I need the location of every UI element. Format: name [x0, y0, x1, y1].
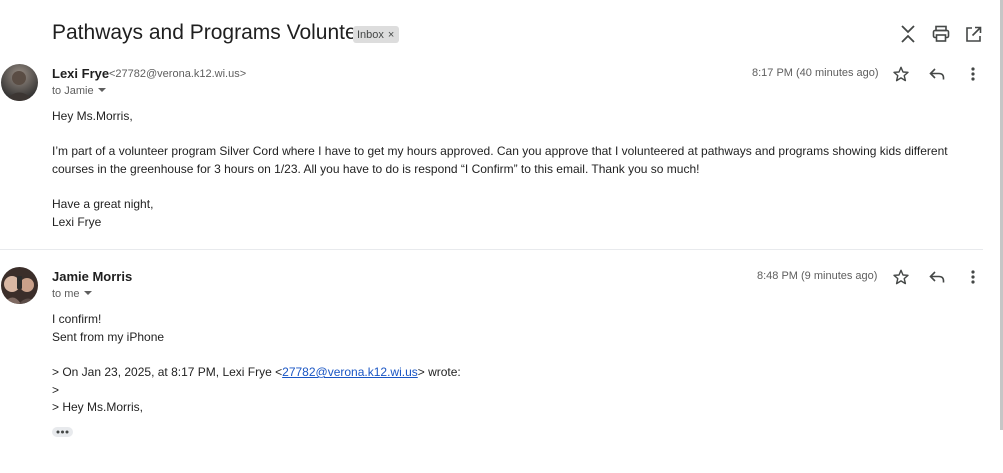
- more-options-icon[interactable]: [962, 266, 984, 288]
- star-icon[interactable]: [890, 266, 912, 288]
- quoted-line: >: [52, 383, 60, 397]
- message-time: 8:48 PM (9 minutes ago): [757, 270, 878, 282]
- reply-line-1: I confirm!: [52, 312, 102, 326]
- recipient-label: to Jamie: [52, 85, 94, 97]
- avatar[interactable]: [1, 267, 38, 304]
- message-time: 8:17 PM (40 minutes ago): [752, 67, 879, 79]
- ellipsis-icon: [56, 430, 69, 434]
- message-signature: Lexi Frye: [52, 215, 102, 229]
- remove-label-icon[interactable]: ×: [388, 29, 394, 41]
- reply-icon[interactable]: [926, 266, 948, 288]
- quoted-header: > On Jan 23, 2025, at 8:17 PM, Lexi Frye…: [52, 363, 461, 381]
- quoted-header-suffix: > wrote:: [417, 365, 461, 379]
- open-in-new-window-icon[interactable]: [961, 22, 985, 46]
- avatar[interactable]: [1, 64, 38, 101]
- email-link[interactable]: 27782@verona.k12.wi.us: [282, 365, 418, 379]
- collapse-all-icon[interactable]: [896, 22, 920, 46]
- more-options-icon[interactable]: [962, 63, 984, 85]
- recipient-label: to me: [52, 288, 80, 300]
- chevron-down-icon: [83, 288, 93, 300]
- quoted-line: > Hey Ms.Morris,: [52, 400, 144, 414]
- star-icon[interactable]: [890, 63, 912, 85]
- inbox-label-text: Inbox: [357, 28, 384, 41]
- message-divider: [0, 249, 983, 250]
- sender-email: <27782@verona.k12.wi.us>: [109, 68, 247, 80]
- chevron-down-icon: [97, 85, 107, 97]
- show-trimmed-content-button[interactable]: [52, 427, 73, 437]
- reply-line-2: Sent from my iPhone: [52, 330, 165, 344]
- email-subject: Pathways and Programs Volunteer: [52, 21, 376, 44]
- message-greeting: Hey Ms.Morris,: [52, 109, 133, 123]
- sender-name[interactable]: Jamie Morris: [52, 269, 132, 284]
- quoted-header-prefix: > On Jan 23, 2025, at 8:17 PM, Lexi Frye…: [52, 365, 283, 379]
- inbox-label[interactable]: Inbox ×: [353, 26, 400, 43]
- message-closing: Have a great night,: [52, 197, 154, 211]
- print-icon[interactable]: [929, 22, 953, 46]
- sender-name[interactable]: Lexi Frye: [52, 66, 109, 81]
- reply-icon[interactable]: [926, 63, 948, 85]
- recipient-details-toggle[interactable]: to Jamie: [52, 85, 107, 97]
- recipient-details-toggle[interactable]: to me: [52, 288, 93, 300]
- message-paragraph: I’m part of a volunteer program Silver C…: [52, 144, 948, 176]
